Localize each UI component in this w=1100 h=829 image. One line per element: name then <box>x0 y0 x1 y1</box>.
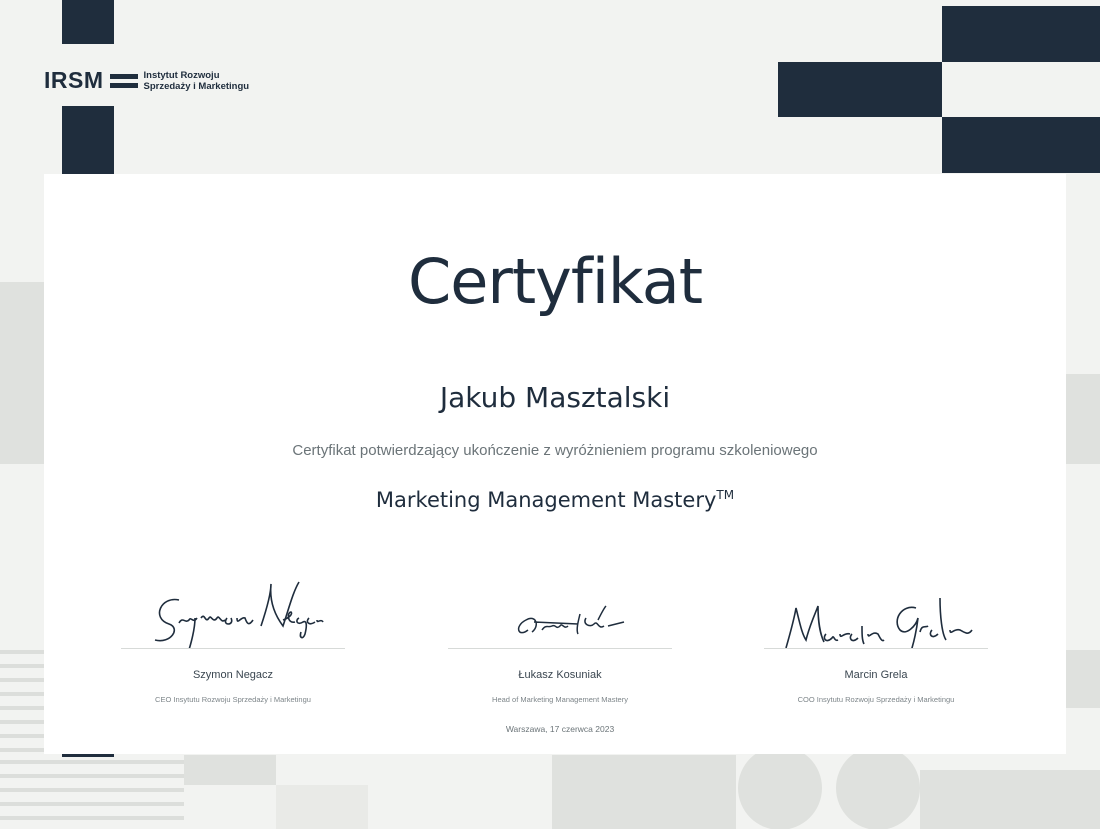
decor-block <box>1066 374 1100 464</box>
decor-stripes <box>0 760 184 829</box>
decor-stripes <box>0 650 44 760</box>
handwritten-signature-1 <box>154 581 324 648</box>
signatory-name: Łukasz Kosuniak <box>518 669 602 681</box>
decor-block <box>552 755 736 829</box>
decor-block <box>778 62 942 117</box>
handwritten-signature-3 <box>785 597 973 648</box>
recipient-name: Jakub Masztalski <box>439 381 671 414</box>
signature-line <box>448 648 672 649</box>
signature-line <box>121 648 345 649</box>
logo-mark: IRSM <box>44 67 104 93</box>
decor-block <box>942 117 1100 173</box>
place-and-date: Warszawa, 17 czerwca 2023 <box>505 724 615 734</box>
logo-line2: Sprzedaży i Marketingu <box>143 80 250 92</box>
irsm-logo: IRSM Instytut Rozwoju Sprzedaży i Market… <box>44 67 249 94</box>
signature-line <box>764 648 988 649</box>
signatory-role: COO Insytutu Rozwoju Sprzedaży i Marketi… <box>797 695 955 704</box>
signatory-role: Head of Marketing Management Mastery <box>492 695 628 704</box>
decor-block <box>920 770 1100 829</box>
decor-circle <box>836 746 920 829</box>
decor-block <box>942 6 1100 62</box>
logo-bars-icon <box>109 73 138 88</box>
decor-block <box>276 785 368 829</box>
decor-block <box>184 755 276 785</box>
decor-block <box>0 282 44 464</box>
decor-block <box>1066 650 1100 708</box>
signature-block-1: Szymon Negacz CEO Insytutu Rozwoju Sprze… <box>121 568 345 704</box>
decor-circle <box>738 746 822 829</box>
trademark-mark: TM <box>716 488 735 502</box>
decor-block <box>62 0 114 44</box>
signatory-name: Szymon Negacz <box>192 669 274 681</box>
certificate-description: Certyfikat potwierdzający ukończenie z w… <box>292 442 818 459</box>
program-name: Marketing Management MasteryTM <box>44 488 1066 512</box>
signature-block-2: Łukasz Kosuniak Head of Marketing Manage… <box>448 568 672 704</box>
signatory-name: Marcin Grela <box>844 669 908 681</box>
handwritten-signature-2 <box>517 605 625 635</box>
certificate-title: Certyfikat <box>407 245 703 318</box>
signatory-role: CEO Insytutu Rozwoju Sprzedaży i Marketi… <box>155 695 311 704</box>
signature-block-3: Marcin Grela COO Insytutu Rozwoju Sprzed… <box>764 568 988 704</box>
logo-line1: Instytut Rozwoju <box>143 69 220 81</box>
logo-text: Instytut Rozwoju Sprzedaży i Marketingu <box>144 70 250 92</box>
program-label: Marketing Management Mastery <box>375 488 717 512</box>
